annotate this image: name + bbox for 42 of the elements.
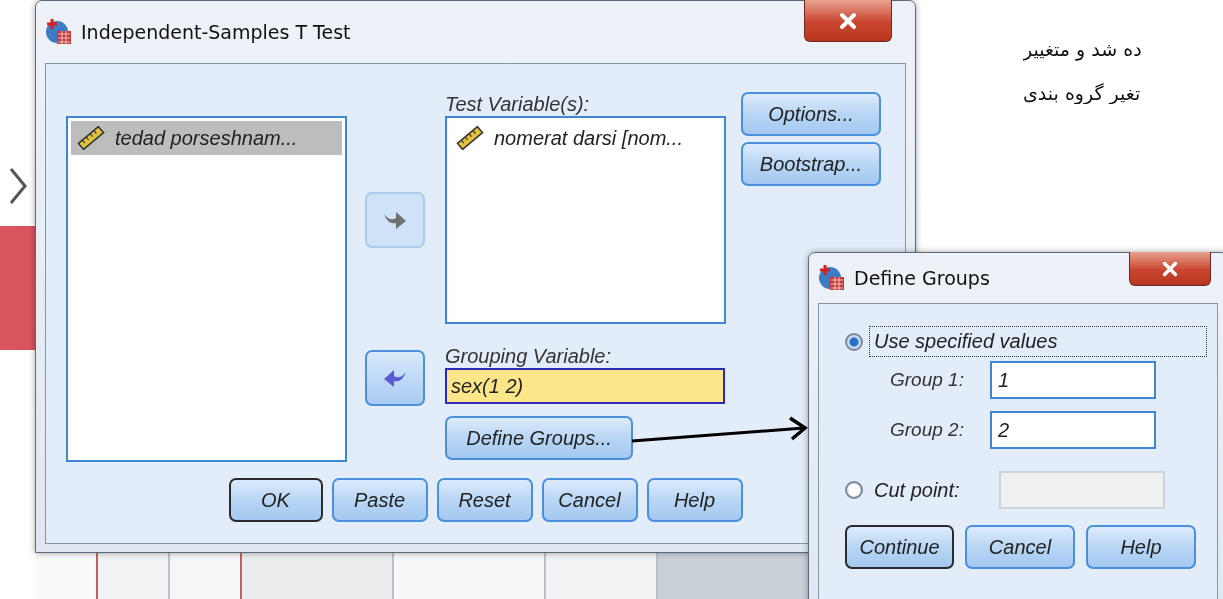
dialog-button[interactable]: Help xyxy=(1086,525,1196,569)
dialog-button[interactable]: Reset xyxy=(436,478,533,522)
window-title: Define Groups xyxy=(854,267,990,289)
group-label: Group 2: xyxy=(890,419,965,441)
dialog-button[interactable]: Cancel xyxy=(541,478,638,522)
close-icon xyxy=(838,10,858,31)
test-variables-label: Test Variable(s): xyxy=(445,92,591,116)
group-label: Group 1: xyxy=(890,369,965,391)
arrow-left-icon xyxy=(382,368,408,388)
window-title: Independent-Samples T Test xyxy=(81,21,351,43)
arrow-right-icon xyxy=(382,210,408,230)
close-button[interactable] xyxy=(804,0,892,42)
grouping-variable-label: Grouping Variable: xyxy=(445,344,613,368)
app-icon xyxy=(818,264,846,292)
side-button[interactable]: Options... xyxy=(741,92,881,136)
move-button[interactable] xyxy=(365,350,425,406)
group-value-field[interactable]: 1 xyxy=(990,361,1156,399)
side-button[interactable]: Bootstrap... xyxy=(741,142,881,186)
variable-item[interactable]: nomerat darsi [nom... xyxy=(450,121,721,155)
grouping-variable-field[interactable]: sex(1 2) xyxy=(445,368,725,404)
dialog-button[interactable]: Paste xyxy=(331,478,428,522)
group-value-field[interactable]: 2 xyxy=(990,411,1156,449)
paragraph-line: تغیر گروه بندی xyxy=(1023,82,1141,104)
radio-button[interactable] xyxy=(845,481,863,499)
dialog-button[interactable]: Continue xyxy=(845,525,954,569)
app-icon xyxy=(45,18,73,46)
source-variable-list[interactable]: tedad porseshnam... xyxy=(66,116,347,462)
variable-item[interactable]: tedad porseshnam... xyxy=(71,121,342,155)
radio-label[interactable]: Cut point: xyxy=(869,474,965,506)
dialog-button[interactable]: Cancel xyxy=(965,525,1075,569)
dialog-button[interactable]: Help xyxy=(646,478,743,522)
close-button[interactable] xyxy=(1129,252,1211,286)
variable-name: tedad porseshnam... xyxy=(115,126,298,150)
test-variable-list[interactable]: nomerat darsi [nom... xyxy=(445,116,726,324)
close-icon xyxy=(1161,259,1179,278)
radio-label[interactable]: Use specified values xyxy=(869,326,1207,357)
variable-name: nomerat darsi [nom... xyxy=(494,126,683,150)
radio-button[interactable] xyxy=(845,332,863,351)
define-groups-button[interactable]: Define Groups... xyxy=(445,416,633,460)
chevron-right-icon[interactable] xyxy=(8,166,28,206)
dialog-button[interactable]: OK xyxy=(228,478,323,522)
paragraph-line: ده شد و متغییر xyxy=(1023,38,1142,60)
